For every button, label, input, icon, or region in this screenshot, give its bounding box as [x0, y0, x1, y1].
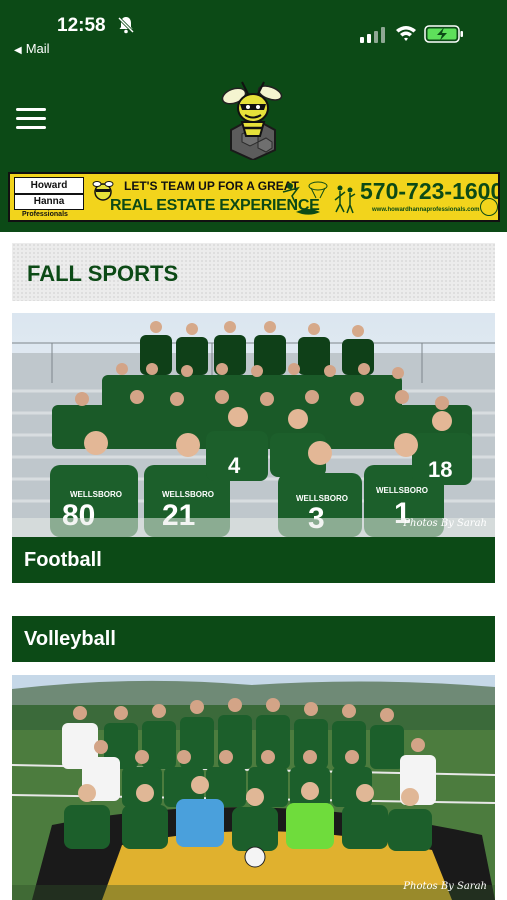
back-to-mail-link[interactable]: ◀ Mail — [14, 41, 50, 56]
back-arrow-icon: ◀ — [14, 45, 22, 56]
hornet-mascot-logo[interactable] — [220, 78, 286, 160]
volleyball-team-photo[interactable]: Photos By Sarah — [12, 675, 495, 900]
bell-slash-icon — [118, 16, 134, 34]
volleyball-team-image — [12, 675, 495, 900]
ad-brand-logo: Howard Hanna — [14, 177, 84, 210]
wifi-icon — [396, 26, 416, 41]
cellular-signal-icon — [360, 27, 385, 43]
svg-text:WELLSBORO: WELLSBORO — [162, 490, 214, 499]
section-title: FALL SPORTS — [27, 261, 179, 286]
back-app-label: Mail — [25, 41, 50, 56]
photo-credit: Photos By Sarah — [403, 518, 487, 529]
svg-text:WELLSBORO: WELLSBORO — [70, 490, 122, 499]
app-header: 12:58 ◀ Mail Howard Hanna Professionals … — [0, 0, 507, 230]
football-team-photo[interactable]: 80 21 3 1 4 18 WELLSBORO WELLSBORO WELLS… — [12, 313, 495, 537]
battery-charging-icon — [424, 25, 463, 43]
football-team-image: 80 21 3 1 4 18 WELLSBORO WELLSBORO WELLS… — [12, 313, 495, 537]
header-divider — [0, 226, 507, 232]
sport-name-volleyball: Volleyball — [24, 628, 116, 650]
ad-headline: LET'S TEAM UP FOR A GREAT — [124, 179, 299, 193]
svg-text:4: 4 — [228, 453, 241, 478]
ad-sports-figures-icon — [282, 181, 356, 215]
ad-phone-number: 570-723-1600 — [360, 178, 500, 204]
status-time: 12:58 — [57, 15, 106, 36]
svg-text:18: 18 — [428, 457, 452, 482]
hamburger-menu-icon[interactable] — [16, 108, 46, 130]
ad-emblem-icon — [480, 198, 498, 216]
svg-text:WELLSBORO: WELLSBORO — [296, 494, 348, 503]
real-estate-ad-banner[interactable]: Howard Hanna Professionals LET'S TEAM UP… — [8, 172, 500, 222]
sport-name-football: Football — [24, 549, 102, 571]
sport-card-football[interactable]: Football — [12, 537, 495, 583]
sport-card-volleyball[interactable]: Volleyball — [12, 616, 495, 662]
section-header: FALL SPORTS — [12, 243, 495, 301]
ad-website: www.howardhannaprofessionals.com — [372, 207, 480, 213]
svg-text:WELLSBORO: WELLSBORO — [376, 486, 428, 495]
photo-credit: Photos By Sarah — [403, 881, 487, 892]
ad-brand-subtitle: Professionals — [22, 211, 68, 218]
